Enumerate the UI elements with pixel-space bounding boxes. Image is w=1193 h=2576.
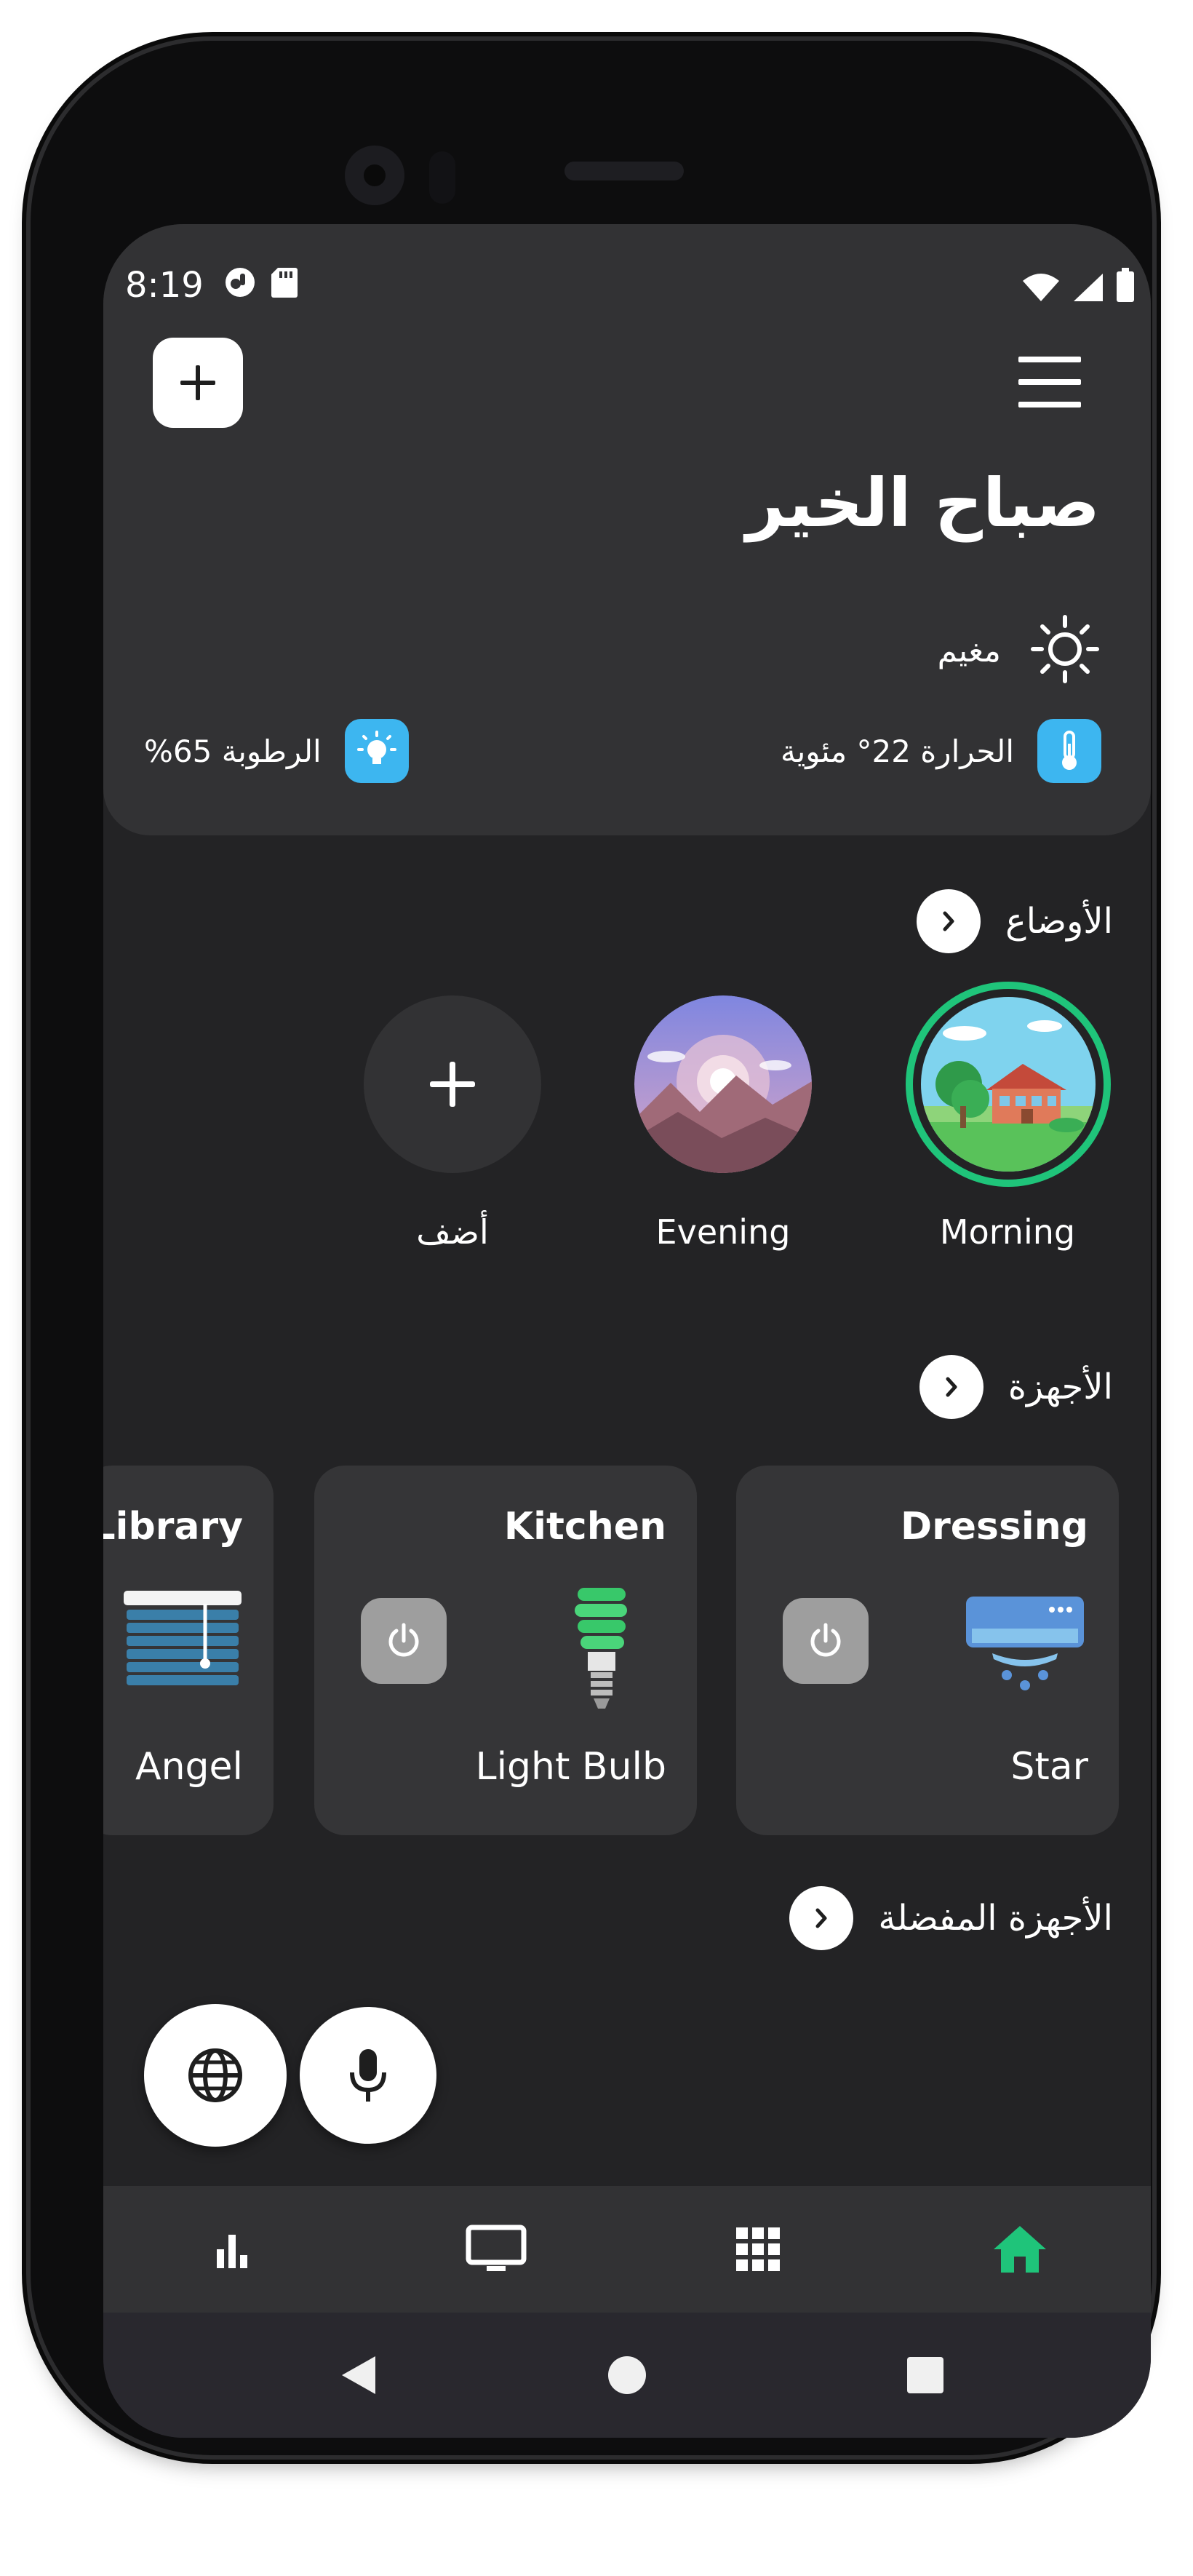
status-icons-right xyxy=(1021,268,1135,306)
modes-section-header: الأوضاع xyxy=(917,889,1113,953)
language-button[interactable] xyxy=(144,2004,287,2147)
humidity-text: الرطوبة 65% xyxy=(144,733,322,769)
grid-icon xyxy=(736,2227,780,2271)
cell-signal-icon xyxy=(1072,272,1104,306)
wifi-icon xyxy=(1021,272,1061,306)
earpiece-speaker xyxy=(564,162,684,180)
temperature-text: الحرارة 22° مئوية xyxy=(781,733,1014,769)
status-icons-left xyxy=(224,266,298,301)
phone-frame: 8:19 صباح الخير مغيم الحرارة 22° مئوية ا… xyxy=(31,41,1152,2455)
notification-app-icon xyxy=(224,266,256,301)
system-home-button[interactable] xyxy=(569,2313,685,2438)
device-name-label: Star xyxy=(1010,1745,1088,1789)
bottom-navigation xyxy=(103,2186,1151,2313)
air-conditioner-icon xyxy=(963,1594,1087,1698)
mode-add-label: أضف xyxy=(416,1212,489,1252)
status-bar: 8:19 xyxy=(103,224,1151,341)
app-screen: 8:19 صباح الخير مغيم الحرارة 22° مئوية ا… xyxy=(103,224,1151,2438)
status-time: 8:19 xyxy=(125,265,204,306)
front-camera xyxy=(345,146,404,205)
mode-evening-image xyxy=(634,995,812,1173)
chevron-right-icon xyxy=(815,1908,827,1928)
weather-condition: مغيم xyxy=(937,632,1001,669)
mode-morning-image xyxy=(906,982,1111,1187)
monitor-icon xyxy=(466,2225,527,2271)
nav-devices[interactable] xyxy=(365,2186,627,2313)
modes-title: الأوضاع xyxy=(1005,901,1113,942)
favorites-title: الأجهزة المفضلة xyxy=(878,1898,1113,1939)
mode-evening[interactable]: Evening xyxy=(621,995,825,1252)
power-icon xyxy=(810,1623,841,1657)
light-bulb-icon xyxy=(569,1583,634,1717)
plus-icon xyxy=(430,1062,475,1107)
weather-row: مغيم xyxy=(938,614,1100,687)
voice-button[interactable] xyxy=(300,2007,436,2144)
window-blinds-icon xyxy=(121,1588,244,1707)
plus-icon xyxy=(180,365,215,400)
recents-icon xyxy=(907,2357,943,2393)
device-room-label: Dressing xyxy=(900,1505,1088,1549)
device-card-library[interactable]: Library Angel xyxy=(103,1466,274,1835)
globe-icon xyxy=(188,2048,242,2102)
header-card: 8:19 صباح الخير مغيم الحرارة 22° مئوية ا… xyxy=(103,224,1151,835)
nav-apps[interactable] xyxy=(627,2186,889,2313)
device-card-dressing[interactable]: Dressing Star xyxy=(736,1466,1119,1835)
system-back-button[interactable] xyxy=(300,2313,416,2438)
microphone-icon xyxy=(350,2049,386,2102)
mode-add-circle xyxy=(364,995,541,1173)
device-name-label: Light Bulb xyxy=(475,1745,666,1789)
favorites-expand-button[interactable] xyxy=(789,1886,854,1950)
chevron-right-icon xyxy=(943,911,954,931)
device-name-label: Angel xyxy=(135,1745,243,1789)
chevron-right-icon xyxy=(946,1377,957,1397)
home-circle-icon xyxy=(608,2356,646,2394)
home-icon xyxy=(994,2226,1046,2273)
mode-evening-label: Evening xyxy=(655,1212,791,1252)
thermometer-icon xyxy=(1037,719,1101,783)
hamburger-menu-icon xyxy=(1018,357,1081,362)
device-room-label: Library xyxy=(103,1505,243,1549)
device-room-label: Kitchen xyxy=(503,1505,666,1549)
greeting-title: صباح الخير xyxy=(746,464,1100,542)
mode-morning-label: Morning xyxy=(939,1212,1076,1252)
sd-card-icon xyxy=(271,266,298,301)
temperature-stat: الحرارة 22° مئوية xyxy=(781,719,1101,783)
back-icon xyxy=(342,2356,375,2394)
device-power-button[interactable] xyxy=(361,1598,447,1684)
add-button[interactable] xyxy=(153,338,243,428)
devices-section-header: الأجهزة xyxy=(919,1355,1113,1419)
bar-chart-icon xyxy=(217,2235,247,2268)
power-icon xyxy=(388,1623,419,1657)
menu-button[interactable] xyxy=(1018,357,1081,408)
system-recents-button[interactable] xyxy=(867,2313,983,2438)
devices-expand-button[interactable] xyxy=(919,1355,983,1419)
humidity-stat: الرطوبة 65% xyxy=(144,719,409,783)
modes-expand-button[interactable] xyxy=(917,889,981,953)
proximity-sensor xyxy=(429,151,455,204)
nav-stats[interactable] xyxy=(103,2186,365,2313)
system-navigation-bar xyxy=(103,2313,1151,2438)
mode-add[interactable]: أضف xyxy=(351,995,554,1252)
device-power-button[interactable] xyxy=(783,1598,869,1684)
battery-icon xyxy=(1116,268,1135,306)
favorites-section-header: الأجهزة المفضلة xyxy=(789,1886,1113,1950)
humidity-icon xyxy=(344,719,409,783)
sun-icon xyxy=(1030,614,1100,687)
mode-morning[interactable]: Morning xyxy=(906,982,1111,1252)
devices-title: الأجهزة xyxy=(1008,1367,1113,1407)
device-card-kitchen[interactable]: Kitchen Light Bulb xyxy=(314,1466,697,1835)
nav-home[interactable] xyxy=(889,2186,1151,2313)
